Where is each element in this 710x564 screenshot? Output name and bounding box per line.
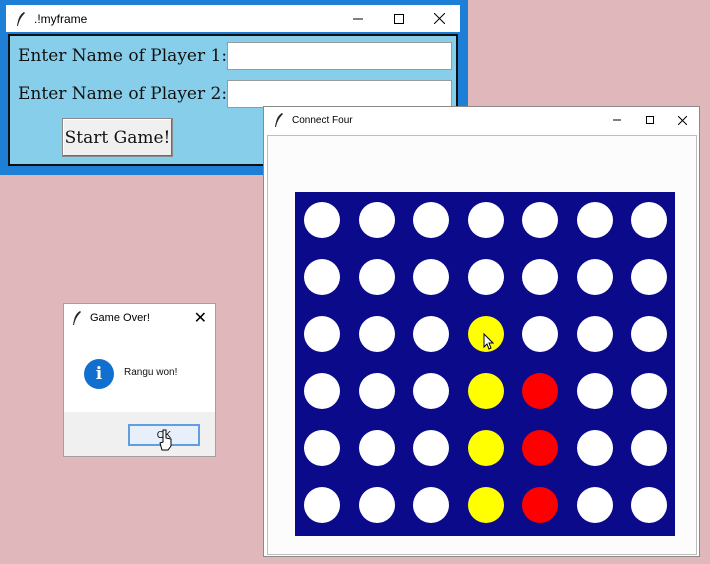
connect-four-window: Connect Four [263, 106, 700, 557]
board-slot-r6-c5-red[interactable] [522, 487, 558, 523]
board-slot-r5-c7-white[interactable] [631, 430, 667, 466]
info-icon: i [84, 359, 114, 389]
hand-cursor-icon [159, 429, 172, 451]
board-slot-r1-c2-white[interactable] [358, 202, 395, 238]
board-slot-r2-c3-white[interactable] [413, 259, 449, 295]
board-slot-r1-c7-white[interactable] [631, 202, 667, 238]
feather-icon [73, 310, 81, 325]
dialog-titlebar[interactable]: Game Over! ✕ [64, 304, 215, 331]
connect-four-board[interactable] [295, 192, 675, 536]
board-slot-r4-c2-white[interactable] [358, 373, 395, 409]
board-slot-r5-c4-yellow[interactable] [467, 430, 504, 466]
board-slot-r4-c6-white[interactable] [576, 373, 613, 409]
board-slot-r2-c6-white[interactable] [576, 259, 613, 295]
board-slot-r3-c1-white[interactable] [304, 316, 340, 352]
feather-icon [275, 113, 283, 127]
maximize-icon[interactable] [378, 5, 419, 32]
player2-label: Enter Name of Player 2: [18, 84, 228, 104]
board-slot-r6-c1-white[interactable] [304, 487, 340, 523]
board-slot-r4-c1-white[interactable] [304, 373, 340, 409]
close-icon[interactable] [666, 107, 699, 133]
board-slot-r2-c5-white[interactable] [522, 259, 558, 295]
player2-name-input[interactable] [227, 80, 452, 108]
board-slot-r5-c2-white[interactable] [358, 430, 395, 466]
board-slot-r5-c1-white[interactable] [304, 430, 340, 466]
game-canvas [267, 135, 697, 555]
connect-four-titlebar[interactable]: Connect Four [264, 107, 699, 133]
board-slot-r1-c3-white[interactable] [413, 202, 449, 238]
player-setup-titlebar[interactable]: .!myframe [6, 5, 460, 32]
board-slot-r3-c5-white[interactable] [522, 316, 558, 352]
window-title: Connect Four [292, 114, 353, 126]
start-game-button[interactable]: Start Game! [62, 118, 173, 157]
minimize-icon[interactable] [337, 5, 378, 32]
board-slot-r4-c5-red[interactable] [522, 373, 558, 409]
board-slot-r3-c2-white[interactable] [358, 316, 395, 352]
game-over-dialog: Game Over! ✕ i Rangu won! OK [63, 303, 216, 457]
close-icon[interactable] [419, 5, 460, 32]
close-icon[interactable]: ✕ [194, 308, 207, 328]
board-slot-r2-c2-white[interactable] [358, 259, 395, 295]
feather-icon [17, 11, 25, 26]
window-title: .!myframe [34, 11, 88, 26]
dialog-message: Rangu won! [124, 367, 178, 378]
board-slot-r6-c6-white[interactable] [576, 487, 613, 523]
player1-label: Enter Name of Player 1: [18, 46, 228, 66]
board-slot-r4-c7-white[interactable] [631, 373, 667, 409]
maximize-icon[interactable] [633, 107, 666, 133]
arrow-cursor-icon [483, 333, 494, 350]
board-slot-r6-c3-white[interactable] [413, 487, 449, 523]
board-slot-r1-c5-white[interactable] [522, 202, 558, 238]
board-slot-r5-c3-white[interactable] [413, 430, 449, 466]
board-slot-r2-c4-white[interactable] [467, 259, 504, 295]
minimize-icon[interactable] [600, 107, 633, 133]
board-slot-r1-c6-white[interactable] [576, 202, 613, 238]
board-slot-r5-c6-white[interactable] [576, 430, 613, 466]
dialog-footer: OK [64, 412, 215, 456]
board-slot-r3-c7-white[interactable] [631, 316, 667, 352]
board-slot-r6-c4-yellow[interactable] [467, 487, 504, 523]
board-slot-r4-c3-white[interactable] [413, 373, 449, 409]
board-slot-r6-c2-white[interactable] [358, 487, 395, 523]
board-slot-r3-c6-white[interactable] [576, 316, 613, 352]
board-slot-r1-c1-white[interactable] [304, 202, 340, 238]
board-slot-r4-c4-yellow[interactable] [467, 373, 504, 409]
board-slot-r5-c5-red[interactable] [522, 430, 558, 466]
board-slot-r2-c7-white[interactable] [631, 259, 667, 295]
player1-name-input[interactable] [227, 42, 452, 70]
dialog-title: Game Over! [90, 311, 150, 324]
board-slot-r1-c4-white[interactable] [467, 202, 504, 238]
board-slot-r3-c3-white[interactable] [413, 316, 449, 352]
board-slot-r6-c7-white[interactable] [631, 487, 667, 523]
board-slot-r2-c1-white[interactable] [304, 259, 340, 295]
